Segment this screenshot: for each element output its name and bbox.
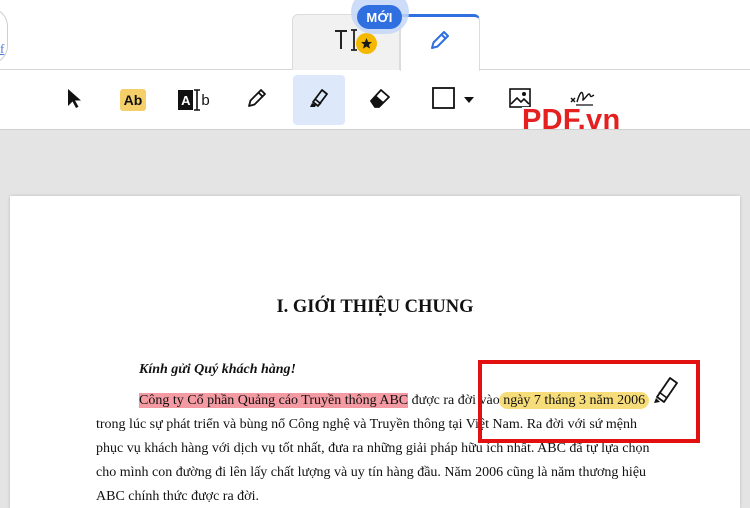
paragraph-line-4: cho mình con đường đi lên lấy chất lượng…: [96, 465, 647, 480]
eraser-tool[interactable]: [354, 75, 406, 125]
pencil-icon: [245, 86, 269, 115]
page-content: I. GIỚI THIỆU CHUNG Kính gửi Quý khách h…: [10, 195, 740, 508]
highlighted-company-name[interactable]: Công ty Cổ phần Quảng cáo Truyền thông A…: [139, 393, 409, 408]
chevron-down-icon[interactable]: [463, 91, 475, 109]
text-replace-b-label: b: [201, 91, 210, 109]
ab-highlight-icon: Ab: [120, 89, 146, 111]
highlighter-cursor-icon: [648, 372, 682, 411]
text-cursor-ab-icon: A b: [178, 88, 210, 112]
star-icon: [356, 33, 377, 54]
highlighter-tool[interactable]: [293, 75, 345, 125]
edge-link[interactable]: f: [0, 41, 4, 57]
text-replace-a-label: A: [178, 90, 194, 110]
annotation-toolbar: Ab A b: [0, 71, 750, 129]
draw-tool[interactable]: [231, 75, 283, 125]
paragraph-line-5: ABC chính thức được ra đời.: [96, 489, 259, 504]
highlight-text-tool[interactable]: Ab: [107, 75, 159, 125]
page-title: I. GIỚI THIỆU CHUNG: [276, 297, 474, 317]
eraser-icon: [367, 85, 393, 116]
highlighter-icon: [306, 85, 332, 116]
select-tool[interactable]: [48, 75, 100, 125]
paragraph-line-3: phục vụ khách hàng với dịch vụ tốt nhất,…: [96, 441, 650, 456]
shape-tool[interactable]: [424, 75, 482, 125]
greeting-text: Kính gửi Quý khách hàng!: [139, 362, 296, 377]
new-badge: MỚI: [357, 5, 402, 29]
top-tab-strip: f MỚI: [0, 0, 750, 71]
cursor-arrow-icon: [63, 86, 85, 115]
pencil-icon: [428, 30, 452, 57]
annotate-tab[interactable]: [400, 14, 480, 71]
rectangle-icon: [431, 86, 457, 115]
text-replace-tool[interactable]: A b: [168, 75, 220, 125]
